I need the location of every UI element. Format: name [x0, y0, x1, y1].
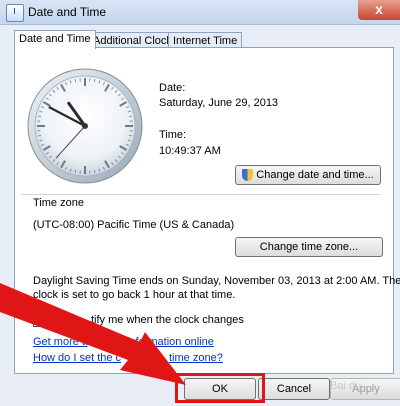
dst-notice-line-2: clock is set to go back 1 hour at that t…: [33, 289, 236, 301]
notify-checkbox[interactable]: ✓: [33, 314, 46, 327]
date-label: Date:: [159, 82, 186, 94]
time-zone-value: (UTC-08:00) Pacific Time (US & Canada): [33, 219, 235, 231]
change-date-time-label: Change date and time...: [256, 169, 374, 181]
uac-shield-icon: [242, 169, 254, 181]
analog-clock: [27, 68, 143, 184]
window-title: Date and Time: [28, 5, 107, 19]
time-zone-heading: Time zone: [33, 197, 84, 209]
time-label: Time:: [159, 129, 187, 141]
time-value: 10:49:37 AM: [159, 145, 221, 157]
date-time-dialog: Date and Time x Date and Time Additional…: [0, 0, 400, 406]
how-set-clock-link-tail[interactable]: time zone?: [169, 352, 223, 364]
more-info-link[interactable]: Get more ti: [33, 336, 87, 348]
close-button[interactable]: x: [358, 0, 400, 20]
change-date-time-button[interactable]: Change date and time...: [235, 165, 381, 185]
how-set-clock-link[interactable]: How do I set the c: [33, 352, 121, 364]
section-divider: [21, 194, 381, 195]
tab-date-and-time[interactable]: Date and Time: [14, 30, 96, 49]
notify-checkbox-label: tify me when the clock changes: [91, 314, 244, 326]
dst-notice-line-1: Daylight Saving Time ends on Sunday, Nov…: [33, 275, 400, 287]
more-info-link-tail[interactable]: information online: [127, 336, 214, 348]
date-value: Saturday, June 29, 2013: [159, 97, 279, 109]
watermark: Bai du: [330, 380, 362, 392]
change-time-zone-button[interactable]: Change time zone...: [235, 237, 383, 257]
clock-app-icon: [6, 4, 24, 22]
cancel-button[interactable]: Cancel: [258, 378, 330, 400]
title-bar: Date and Time x: [0, 0, 400, 25]
ok-highlight-box: [175, 373, 265, 403]
tab-panel: Date: Saturday, June 29, 2013 Time: 10:4…: [14, 47, 400, 374]
